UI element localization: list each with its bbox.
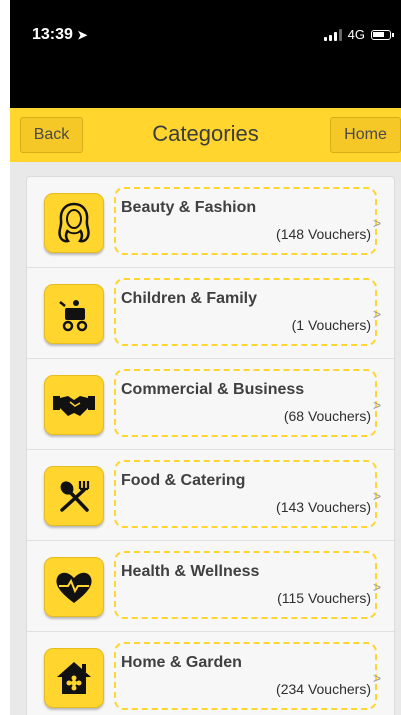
stroller-icon bbox=[44, 284, 104, 344]
voucher-count: (115 Vouchers) bbox=[277, 590, 371, 606]
chevron-right-icon: > bbox=[373, 215, 382, 231]
chevron-right-icon: > bbox=[373, 306, 382, 322]
home-button[interactable]: Home bbox=[330, 117, 401, 153]
category-list: Beauty & Fashion (148 Vouchers) > Childr… bbox=[26, 176, 395, 715]
chevron-right-icon: > bbox=[373, 397, 382, 413]
category-name: Children & Family bbox=[121, 290, 258, 307]
category-label-box: Beauty & Fashion (148 Vouchers) bbox=[114, 187, 377, 255]
category-row-commercial-business[interactable]: Commercial & Business (68 Vouchers) > bbox=[27, 359, 394, 450]
category-row-home-garden[interactable]: Home & Garden (234 Vouchers) > bbox=[27, 632, 394, 715]
voucher-count: (68 Vouchers) bbox=[283, 408, 371, 424]
category-name: Commercial & Business bbox=[121, 381, 305, 398]
category-label-box: Health & Wellness (115 Vouchers) bbox=[114, 551, 377, 619]
beauty-icon bbox=[44, 193, 104, 253]
category-label-box: Food & Catering (143 Vouchers) bbox=[114, 460, 377, 528]
category-name: Health & Wellness bbox=[121, 563, 260, 580]
voucher-count: (1 Vouchers) bbox=[291, 317, 371, 333]
category-label-box: Children & Family (1 Vouchers) bbox=[114, 278, 377, 346]
voucher-count: (148 Vouchers) bbox=[276, 226, 371, 242]
category-label-box: Home & Garden (234 Vouchers) bbox=[114, 642, 377, 710]
location-arrow-icon: ➤ bbox=[77, 28, 88, 42]
content-area: Beauty & Fashion (148 Vouchers) > Childr… bbox=[10, 162, 401, 715]
handshake-icon bbox=[44, 375, 104, 435]
category-row-food-catering[interactable]: Food & Catering (143 Vouchers) > bbox=[27, 450, 394, 541]
status-indicators: 4G bbox=[323, 27, 394, 42]
voucher-count: (234 Vouchers) bbox=[276, 681, 371, 697]
house-icon bbox=[44, 648, 104, 708]
category-name: Food & Catering bbox=[121, 472, 246, 489]
network-type: 4G bbox=[347, 27, 365, 42]
status-bar: 13:39 ➤ 4G bbox=[10, 0, 401, 108]
category-name: Beauty & Fashion bbox=[121, 199, 257, 216]
status-time: 13:39 ➤ bbox=[32, 26, 87, 44]
category-row-health-wellness[interactable]: Health & Wellness (115 Vouchers) > bbox=[27, 541, 394, 632]
category-label-box: Commercial & Business (68 Vouchers) bbox=[114, 369, 377, 437]
chevron-right-icon: > bbox=[373, 488, 382, 504]
category-name: Home & Garden bbox=[121, 654, 242, 671]
navigation-bar: Back Categories Home bbox=[10, 108, 401, 162]
clock-time: 13:39 bbox=[32, 26, 73, 43]
heartbeat-icon bbox=[44, 557, 104, 617]
category-row-beauty-fashion[interactable]: Beauty & Fashion (148 Vouchers) > bbox=[27, 177, 394, 268]
fork-spoon-icon bbox=[44, 466, 104, 526]
signal-icon bbox=[323, 28, 342, 41]
category-row-children-family[interactable]: Children & Family (1 Vouchers) > bbox=[27, 268, 394, 359]
chevron-right-icon: > bbox=[373, 579, 382, 595]
chevron-right-icon: > bbox=[373, 670, 382, 686]
voucher-count: (143 Vouchers) bbox=[276, 499, 371, 515]
battery-icon bbox=[371, 29, 394, 40]
